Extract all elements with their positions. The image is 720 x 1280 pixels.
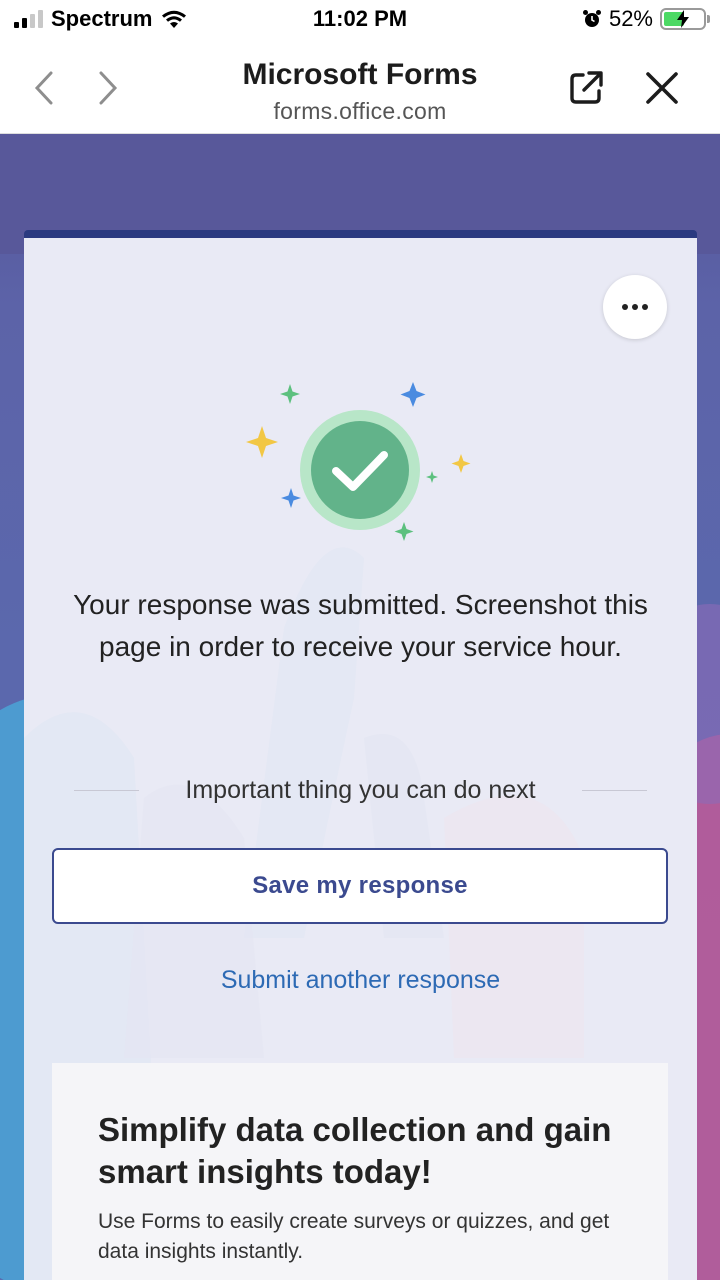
- submit-another-link[interactable]: Submit another response: [24, 966, 697, 995]
- page-title: Microsoft Forms: [242, 58, 478, 91]
- next-steps-label: Important thing you can do next: [185, 776, 536, 804]
- divider-line: [581, 790, 648, 791]
- alarm-icon: [582, 10, 601, 27]
- checkmark-circle-icon: [246, 382, 471, 541]
- open-external-button[interactable]: [564, 66, 608, 110]
- confirmation-message: Your response was submitted. Screenshot …: [73, 589, 648, 662]
- more-options-button[interactable]: [603, 275, 667, 339]
- status-bar: Spectrum 11:02 PM 52%: [0, 0, 720, 40]
- page-url: forms.office.com: [273, 98, 447, 124]
- more-dot: [632, 304, 638, 310]
- bolt-icon: [677, 10, 689, 28]
- promo-panel: Simplify data collection and gain smart …: [52, 1063, 668, 1280]
- promo-title: Simplify data collection and gain smart …: [98, 1111, 612, 1190]
- next-steps-divider: Important thing you can do next: [74, 776, 648, 805]
- more-dot: [622, 304, 628, 310]
- status-right: 52%: [582, 6, 710, 32]
- browser-header: Microsoft Forms forms.office.com: [0, 40, 720, 134]
- share-external-icon: [570, 71, 603, 104]
- confirmation-card: Your response was submitted. Screenshot …: [24, 230, 697, 1280]
- promo-description: Use Forms to easily create surveys or qu…: [98, 1210, 610, 1263]
- battery-percent: 52%: [608, 6, 653, 31]
- divider-line: [74, 790, 140, 791]
- more-dot: [642, 304, 648, 310]
- close-icon: [646, 72, 678, 104]
- close-button[interactable]: [640, 66, 684, 110]
- save-response-button[interactable]: Save my response: [52, 848, 668, 924]
- battery-charging-icon: [660, 8, 710, 30]
